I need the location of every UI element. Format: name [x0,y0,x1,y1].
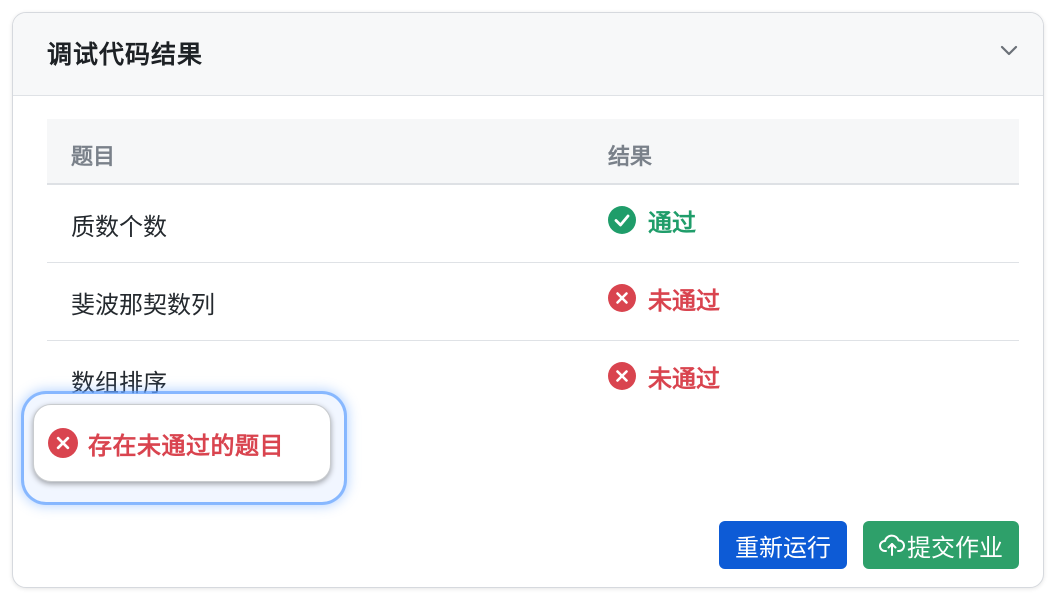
table-row: 斐波那契数列 未通过 [47,263,1019,341]
submit-button-label: 提交作业 [907,533,1003,562]
failure-alert[interactable]: 存在未通过的题目 [33,404,331,482]
alert-text: 存在未通过的题目 [88,431,284,460]
result-cell: 通过 [608,205,696,237]
result-text: 未通过 [648,364,720,393]
check-circle-icon [608,206,636,234]
x-circle-icon [608,284,636,312]
table-header: 题目 结果 [47,119,1019,185]
rerun-button-label: 重新运行 [735,533,831,562]
cloud-upload-icon [879,534,905,556]
card-header[interactable]: 调试代码结果 [13,13,1043,96]
column-header-problem: 题目 [71,145,116,170]
result-cell: 未通过 [608,361,720,393]
problem-name: 质数个数 [71,213,167,241]
result-text: 未通过 [648,286,720,315]
results-table: 题目 结果 质数个数 通过 斐波那契数列 未通过 数组排序 未通过 [47,119,1019,419]
problem-name: 斐波那契数列 [71,291,215,319]
column-header-result: 结果 [608,145,653,170]
result-text: 通过 [648,208,696,237]
x-circle-icon [608,362,636,390]
rerun-button[interactable]: 重新运行 [719,521,847,569]
card-title: 调试代码结果 [47,40,204,69]
table-row: 质数个数 通过 [47,185,1019,263]
submit-homework-button[interactable]: 提交作业 [863,521,1019,569]
result-cell: 未通过 [608,283,720,315]
problem-name: 数组排序 [71,369,167,397]
chevron-down-icon[interactable] [997,38,1021,62]
x-circle-icon [48,428,78,458]
